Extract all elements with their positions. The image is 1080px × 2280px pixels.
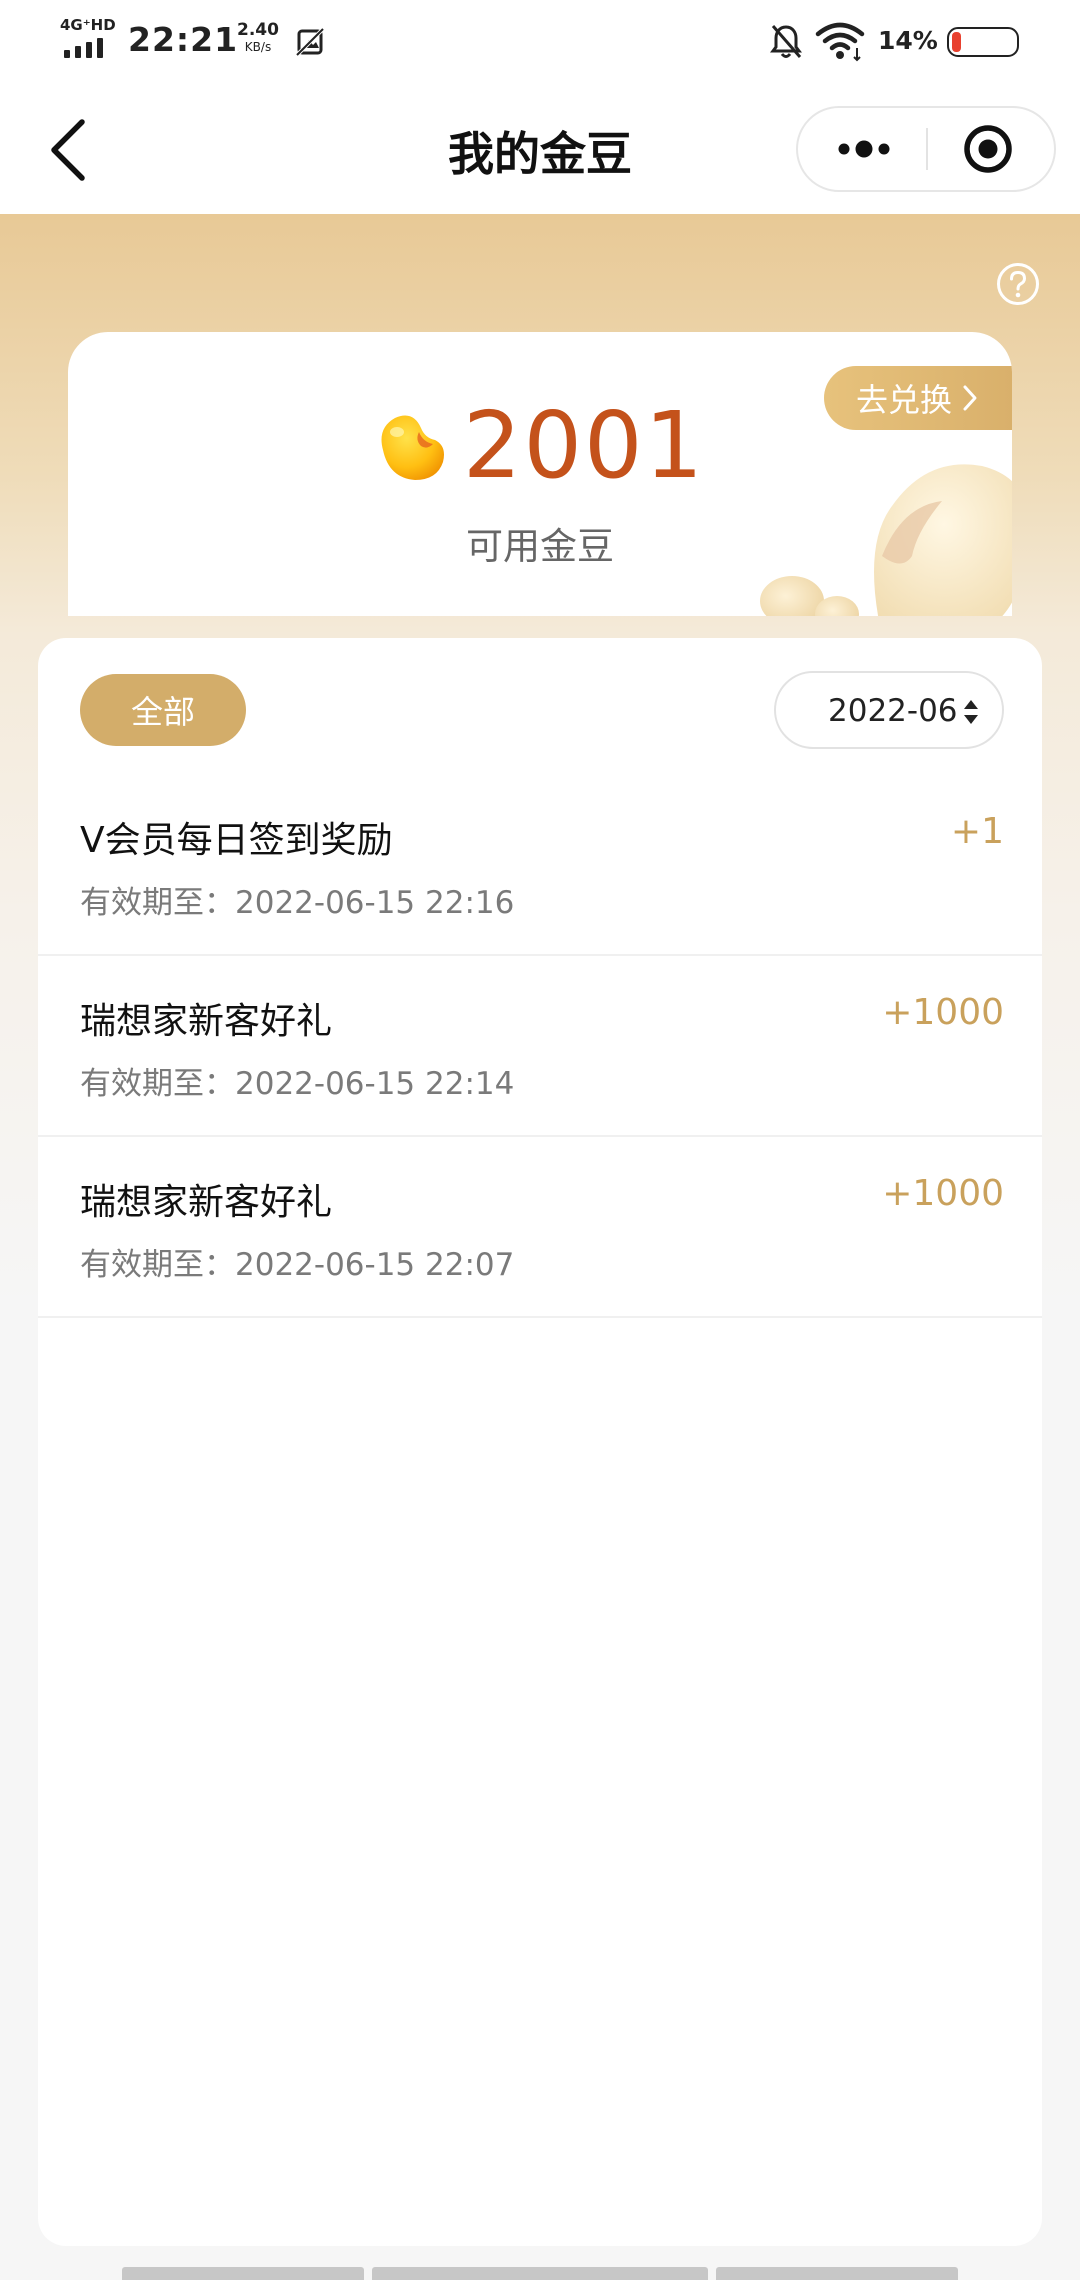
gesture-bar-left <box>122 2267 364 2280</box>
target-circle-icon[interactable] <box>928 108 1054 190</box>
golden-bean-icon <box>381 415 444 480</box>
battery-percent: 14% <box>878 26 938 55</box>
balance-row: 2001 <box>68 396 1012 496</box>
signal-icon <box>64 38 103 58</box>
balance-label: 可用金豆 <box>466 525 614 568</box>
gesture-bar-center[interactable] <box>372 2267 708 2280</box>
list-item[interactable]: 瑞想家新客好礼 有效期至：2022-06-15 22:14 +1000 <box>38 956 1042 1137</box>
records-panel: 全部 2022-06 V会员每日签到奖励 有效期至：2022-06-15 22:… <box>38 638 1042 2246</box>
help-question-icon[interactable] <box>996 262 1040 306</box>
screenshot-icon <box>295 27 325 57</box>
sort-arrows-icon <box>964 700 978 724</box>
month-select[interactable]: 2022-06 <box>774 671 1004 749</box>
network-speed: 2.40 KB/s <box>233 22 283 56</box>
status-time: 22:21 <box>128 20 239 59</box>
record-amount: +1000 <box>882 1173 1004 1214</box>
miniprogram-capsule <box>796 106 1056 192</box>
record-expire: 有效期至：2022-06-15 22:16 <box>80 885 515 921</box>
list-item[interactable]: V会员每日签到奖励 有效期至：2022-06-15 22:16 +1 <box>38 775 1042 956</box>
record-amount: +1 <box>950 811 1004 852</box>
record-title: 瑞想家新客好礼 <box>80 1001 333 1042</box>
network-type-label: 4G⁺HD <box>60 16 116 34</box>
network-speed-value: 2.40 <box>237 20 279 40</box>
balance-value: 2001 <box>462 392 706 499</box>
gesture-bar-right <box>716 2267 958 2280</box>
wifi-icon <box>815 22 865 62</box>
record-expire: 有效期至：2022-06-15 22:14 <box>80 1066 515 1102</box>
month-select-value: 2022-06 <box>828 693 958 729</box>
mute-bell-icon <box>770 25 802 58</box>
filter-all-button[interactable]: 全部 <box>80 674 246 746</box>
battery-icon <box>947 27 1019 57</box>
balance-card: 去兑换 2001 可用金豆 <box>68 332 1012 616</box>
record-expire: 有效期至：2022-06-15 22:07 <box>80 1247 515 1283</box>
network-speed-unit: KB/s <box>244 40 272 54</box>
more-dots-icon[interactable] <box>798 108 926 190</box>
record-title: V会员每日签到奖励 <box>80 820 393 861</box>
record-amount: +1000 <box>882 992 1004 1033</box>
record-title: 瑞想家新客好礼 <box>80 1182 333 1223</box>
list-item[interactable]: 瑞想家新客好礼 有效期至：2022-06-15 22:07 +1000 <box>38 1137 1042 1318</box>
status-bar: 4G⁺HD 22:21 2.40 KB/s 14% <box>0 0 1080 84</box>
nav-bar: 我的金豆 <box>0 84 1080 214</box>
